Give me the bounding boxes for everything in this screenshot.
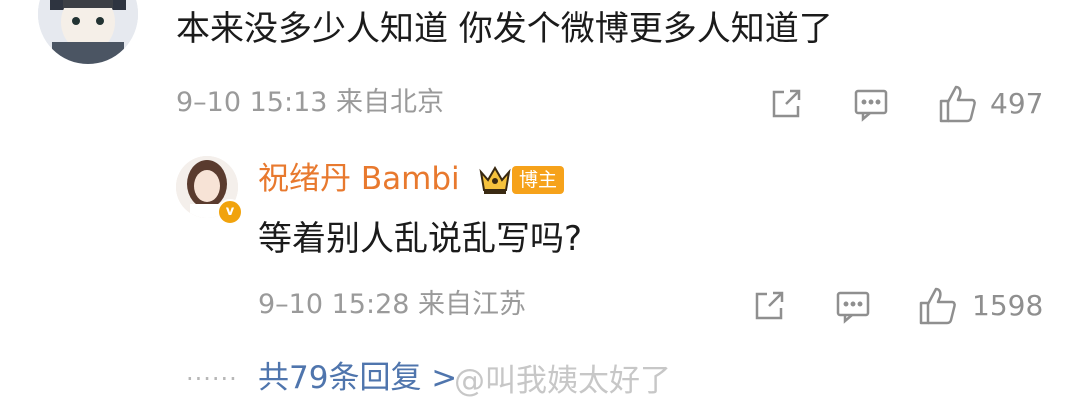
verified-icon: v bbox=[217, 199, 243, 225]
crown-icon bbox=[478, 162, 512, 196]
comment-icon[interactable] bbox=[853, 86, 889, 122]
like-icon[interactable] bbox=[938, 84, 978, 124]
more-replies-dots: ······ bbox=[186, 365, 238, 393]
reply-meta: 9–10 15:28 来自江苏 bbox=[258, 289, 527, 320]
main-comment-avatar[interactable] bbox=[38, 0, 138, 64]
comment-icon[interactable] bbox=[835, 288, 871, 324]
share-icon[interactable] bbox=[768, 86, 804, 122]
like-icon[interactable] bbox=[918, 286, 958, 326]
share-icon[interactable] bbox=[751, 288, 787, 324]
reply-text: 等着别人乱说乱写吗? bbox=[258, 219, 583, 259]
more-replies-link[interactable]: 共79条回复 > bbox=[258, 356, 457, 400]
like-count: 497 bbox=[990, 87, 1044, 120]
comment-meta: 9–10 15:13 来自北京 bbox=[176, 87, 445, 118]
weibo-watermark: @叫我姨太好了 bbox=[454, 363, 671, 399]
like-count: 1598 bbox=[972, 289, 1044, 322]
author-badge: 博主 bbox=[512, 166, 565, 194]
comment-text: 本来没多少人知道 你发个微博更多人知道了 bbox=[176, 9, 833, 49]
avatar-illustration bbox=[38, 0, 138, 64]
reply-author-name[interactable]: 祝绪丹 Bambi bbox=[258, 160, 460, 198]
